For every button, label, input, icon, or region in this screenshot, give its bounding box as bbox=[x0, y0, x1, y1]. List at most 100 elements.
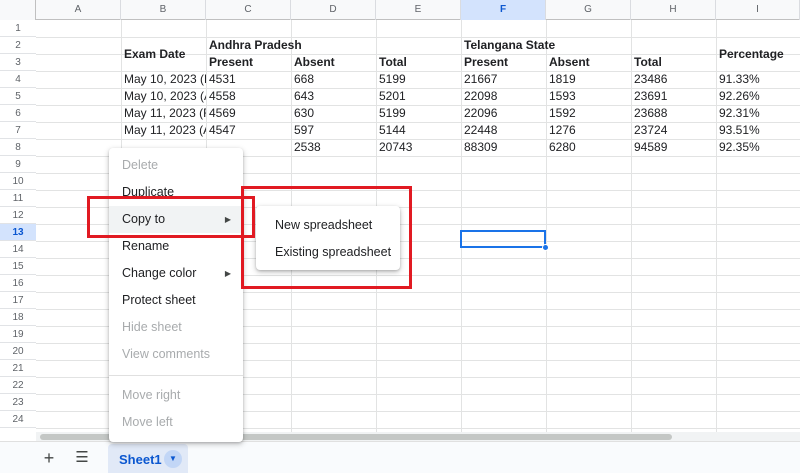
cell-b7[interactable]: May 11, 2023 (A bbox=[121, 122, 206, 139]
cell-c4[interactable]: 4531 bbox=[206, 71, 291, 88]
row-header-12[interactable]: 12 bbox=[0, 207, 36, 224]
cell-c3-present[interactable]: Present bbox=[206, 54, 291, 71]
row-header-5[interactable]: 5 bbox=[0, 88, 36, 105]
column-header-i[interactable]: I bbox=[716, 0, 800, 20]
column-header-d[interactable]: D bbox=[291, 0, 376, 20]
cell-h6[interactable]: 23688 bbox=[631, 105, 716, 122]
cell-g4[interactable]: 1819 bbox=[546, 71, 631, 88]
menu-divider bbox=[109, 375, 243, 376]
cell-f2-telangana-state[interactable]: Telangana State bbox=[461, 37, 631, 54]
fill-handle[interactable] bbox=[542, 244, 549, 251]
row-header-21[interactable]: 21 bbox=[0, 360, 36, 377]
cell-g7[interactable]: 1276 bbox=[546, 122, 631, 139]
menu-item-change-color[interactable]: Change color ▶ bbox=[109, 260, 243, 287]
plus-icon[interactable]: + bbox=[37, 448, 61, 468]
cell-h3-total[interactable]: Total bbox=[631, 54, 716, 71]
cell-e6[interactable]: 5199 bbox=[376, 105, 461, 122]
row-header-9[interactable]: 9 bbox=[0, 156, 36, 173]
cell-g8[interactable]: 6280 bbox=[546, 139, 631, 156]
cell-h5[interactable]: 23691 bbox=[631, 88, 716, 105]
select-all-corner[interactable] bbox=[0, 0, 36, 20]
cell-e4[interactable]: 5199 bbox=[376, 71, 461, 88]
cell-i5[interactable]: 92.26% bbox=[716, 88, 800, 105]
row-header-1[interactable]: 1 bbox=[0, 20, 36, 37]
row-header-23[interactable]: 23 bbox=[0, 394, 36, 411]
active-cell-f13[interactable] bbox=[460, 230, 546, 248]
menu-icon[interactable]: ☰ bbox=[70, 448, 94, 468]
row-header-2[interactable]: 2 bbox=[0, 37, 36, 54]
row-header-13[interactable]: 13 bbox=[0, 224, 36, 241]
cell-f4[interactable]: 21667 bbox=[461, 71, 546, 88]
cell-d7[interactable]: 597 bbox=[291, 122, 376, 139]
column-header-e[interactable]: E bbox=[376, 0, 461, 20]
menu-item-move-left: Move left bbox=[109, 409, 243, 436]
column-header-b[interactable]: B bbox=[121, 0, 206, 20]
row-header-6[interactable]: 6 bbox=[0, 105, 36, 122]
cell-c6[interactable]: 4569 bbox=[206, 105, 291, 122]
cell-h8[interactable]: 94589 bbox=[631, 139, 716, 156]
row-header-18[interactable]: 18 bbox=[0, 309, 36, 326]
column-header-h[interactable]: H bbox=[631, 0, 716, 20]
cell-c7[interactable]: 4547 bbox=[206, 122, 291, 139]
cell-f7[interactable]: 22448 bbox=[461, 122, 546, 139]
sheet-context-menu: Delete Duplicate Copy to ▶ Rename Change … bbox=[109, 148, 243, 442]
row-header-10[interactable]: 10 bbox=[0, 173, 36, 190]
cell-b2-exam-date[interactable]: Exam Date bbox=[121, 46, 206, 63]
column-header-g[interactable]: G bbox=[546, 0, 631, 20]
cell-c5[interactable]: 4558 bbox=[206, 88, 291, 105]
cell-f3-present[interactable]: Present bbox=[461, 54, 546, 71]
menu-item-label: Hide sheet bbox=[122, 320, 182, 334]
row-header-7[interactable]: 7 bbox=[0, 122, 36, 139]
sheet-tab-sheet1[interactable]: Sheet1 ▼ bbox=[108, 444, 188, 473]
column-header-f[interactable]: F bbox=[461, 0, 546, 20]
cell-i8[interactable]: 92.35% bbox=[716, 139, 800, 156]
cell-d3-absent[interactable]: Absent bbox=[291, 54, 376, 71]
cell-b6[interactable]: May 11, 2023 (F bbox=[121, 105, 206, 122]
row-header-8[interactable]: 8 bbox=[0, 139, 36, 156]
cell-g6[interactable]: 1592 bbox=[546, 105, 631, 122]
cell-c2-andhra-pradesh[interactable]: Andhra Pradesh bbox=[206, 37, 376, 54]
cell-e8[interactable]: 20743 bbox=[376, 139, 461, 156]
cell-d4[interactable]: 668 bbox=[291, 71, 376, 88]
cell-d5[interactable]: 643 bbox=[291, 88, 376, 105]
cell-i4[interactable]: 91.33% bbox=[716, 71, 800, 88]
cell-i7[interactable]: 93.51% bbox=[716, 122, 800, 139]
cell-e3-total[interactable]: Total bbox=[376, 54, 461, 71]
sheet-tab-label: Sheet1 bbox=[119, 452, 162, 467]
cell-b4[interactable]: May 10, 2023 (F bbox=[121, 71, 206, 88]
menu-item-protect-sheet[interactable]: Protect sheet bbox=[109, 287, 243, 314]
cell-h4[interactable]: 23486 bbox=[631, 71, 716, 88]
menu-item-hide-sheet: Hide sheet bbox=[109, 314, 243, 341]
grid-line bbox=[36, 37, 800, 38]
row-header-17[interactable]: 17 bbox=[0, 292, 36, 309]
cell-d6[interactable]: 630 bbox=[291, 105, 376, 122]
cell-f5[interactable]: 22098 bbox=[461, 88, 546, 105]
cell-e5[interactable]: 5201 bbox=[376, 88, 461, 105]
row-header-24[interactable]: 24 bbox=[0, 411, 36, 428]
cell-f8[interactable]: 88309 bbox=[461, 139, 546, 156]
row-header-14[interactable]: 14 bbox=[0, 241, 36, 258]
cell-d8[interactable]: 2538 bbox=[291, 139, 376, 156]
row-header-4[interactable]: 4 bbox=[0, 71, 36, 88]
row-header-15[interactable]: 15 bbox=[0, 258, 36, 275]
row-header-11[interactable]: 11 bbox=[0, 190, 36, 207]
cell-f6[interactable]: 22096 bbox=[461, 105, 546, 122]
cell-i2-percentage[interactable]: Percentage bbox=[716, 46, 800, 63]
row-header-3[interactable]: 3 bbox=[0, 54, 36, 71]
menu-item-delete: Delete bbox=[109, 152, 243, 179]
row-header-16[interactable]: 16 bbox=[0, 275, 36, 292]
row-header-19[interactable]: 19 bbox=[0, 326, 36, 343]
column-header-c[interactable]: C bbox=[206, 0, 291, 20]
cell-g5[interactable]: 1593 bbox=[546, 88, 631, 105]
column-header-a[interactable]: A bbox=[36, 0, 121, 20]
row-header-20[interactable]: 20 bbox=[0, 343, 36, 360]
menu-item-move-right: Move right bbox=[109, 382, 243, 409]
cell-i6[interactable]: 92.31% bbox=[716, 105, 800, 122]
menu-item-label: View comments bbox=[122, 347, 210, 361]
row-header-22[interactable]: 22 bbox=[0, 377, 36, 394]
cell-g3-absent[interactable]: Absent bbox=[546, 54, 631, 71]
triangle-down-icon[interactable]: ▼ bbox=[164, 450, 182, 468]
cell-b5[interactable]: May 10, 2023 (A bbox=[121, 88, 206, 105]
cell-e7[interactable]: 5144 bbox=[376, 122, 461, 139]
cell-h7[interactable]: 23724 bbox=[631, 122, 716, 139]
